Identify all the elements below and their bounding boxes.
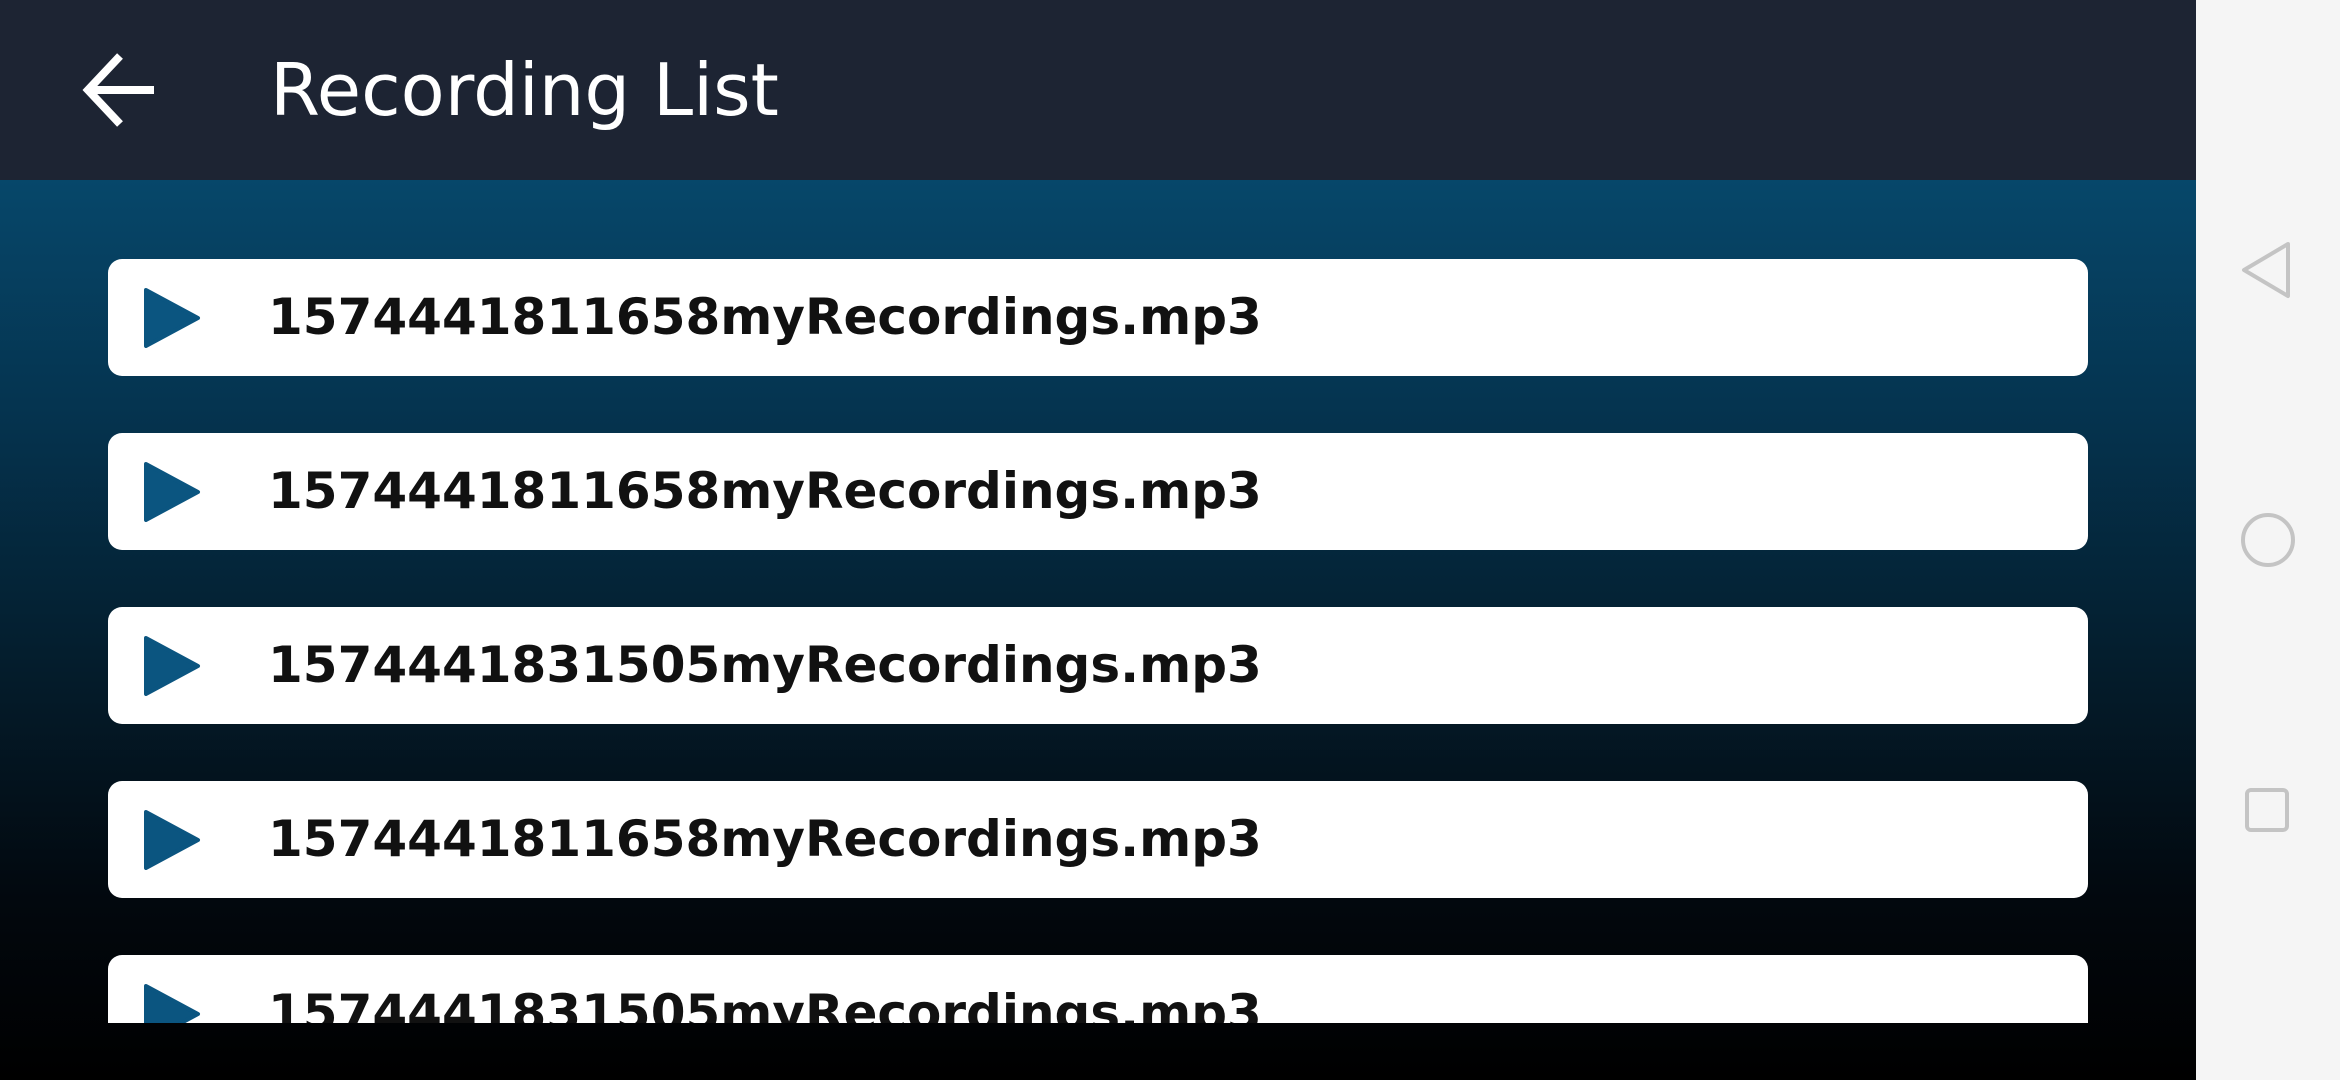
- recording-item[interactable]: 1574441831505myRecordings.mp3: [108, 607, 2088, 724]
- page-title: Recording List: [270, 48, 779, 132]
- recording-item[interactable]: 1574441831505myRecordings.mp3: [108, 955, 2088, 1023]
- play-icon[interactable]: [142, 288, 202, 348]
- square-recents-icon: [2245, 788, 2289, 832]
- app-screen: Recording List 1574441811658myRecordings…: [0, 0, 2196, 1080]
- play-icon[interactable]: [142, 636, 202, 696]
- recording-filename: 1574441831505myRecordings.mp3: [268, 984, 1262, 1023]
- recording-item[interactable]: 1574441811658myRecordings.mp3: [108, 433, 2088, 550]
- recording-filename: 1574441811658myRecordings.mp3: [268, 462, 1262, 520]
- back-button[interactable]: [60, 30, 180, 150]
- recordings-content[interactable]: 1574441811658myRecordings.mp3 1574441811…: [0, 180, 2196, 1080]
- recording-item[interactable]: 1574441811658myRecordings.mp3: [108, 259, 2088, 376]
- system-navigation-bar: [2196, 0, 2340, 1080]
- play-icon[interactable]: [142, 462, 202, 522]
- play-icon[interactable]: [142, 984, 202, 1023]
- system-home-button[interactable]: [2228, 500, 2308, 580]
- recording-filename: 1574441811658myRecordings.mp3: [268, 810, 1262, 868]
- recording-item[interactable]: 1574441811658myRecordings.mp3: [108, 781, 2088, 898]
- play-icon[interactable]: [142, 810, 202, 870]
- circle-home-icon: [2241, 513, 2295, 567]
- recording-filename: 1574441831505myRecordings.mp3: [268, 636, 1262, 694]
- system-recents-button[interactable]: [2228, 770, 2308, 850]
- system-back-button[interactable]: [2228, 230, 2308, 310]
- arrow-left-icon: [82, 53, 154, 127]
- triangle-back-icon: [2242, 242, 2290, 298]
- recording-list[interactable]: 1574441811658myRecordings.mp3 1574441811…: [108, 259, 2088, 1023]
- recording-filename: 1574441811658myRecordings.mp3: [268, 288, 1262, 346]
- toolbar: Recording List: [0, 0, 2196, 180]
